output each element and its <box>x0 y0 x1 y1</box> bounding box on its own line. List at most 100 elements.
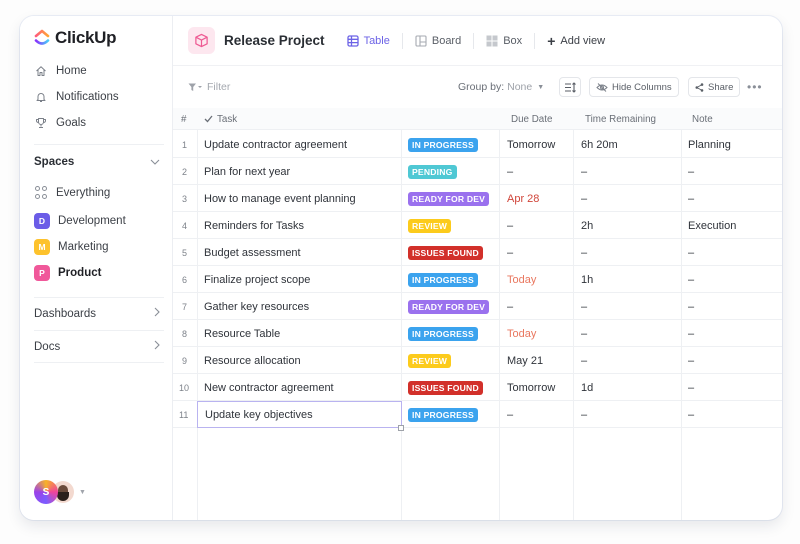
note-cell[interactable]: – <box>688 293 694 320</box>
column-header-task[interactable]: Task <box>204 108 237 130</box>
due-date-cell[interactable]: – <box>507 158 513 185</box>
status-cell[interactable]: IN PROGRESS <box>408 266 478 293</box>
time-remaining-cell[interactable]: – <box>581 293 587 320</box>
due-date-cell[interactable]: Apr 28 <box>507 185 539 212</box>
table-row[interactable]: 1 Update contractor agreement IN PROGRESS T… <box>173 131 782 158</box>
filter-button[interactable]: Filter <box>188 81 230 93</box>
task-name-cell[interactable]: Update contractor agreement <box>204 131 347 158</box>
sidebar-item-product[interactable]: P Product <box>34 265 101 281</box>
due-date-cell[interactable]: Tomorrow <box>507 374 555 401</box>
more-options-icon[interactable]: ••• <box>747 80 763 94</box>
time-remaining-cell[interactable]: 1h <box>581 266 593 293</box>
hide-columns-button[interactable]: Hide Columns <box>589 77 679 97</box>
status-badge[interactable]: REVIEW <box>408 353 452 368</box>
status-badge[interactable]: ISSUES FOUND <box>408 380 483 395</box>
time-remaining-cell[interactable]: 6h 20m <box>581 131 618 158</box>
table-row[interactable]: 7 Gather key resources READY FOR DEV – – – <box>173 293 782 320</box>
status-cell[interactable]: READY FOR DEV <box>408 293 490 320</box>
cell-resize-handle[interactable] <box>398 425 404 431</box>
status-cell[interactable]: IN PROGRESS <box>408 320 478 347</box>
task-name-cell[interactable]: Plan for next year <box>204 158 290 185</box>
user-menu[interactable]: S ▼ <box>34 480 86 504</box>
status-badge[interactable]: READY FOR DEV <box>408 191 490 206</box>
table-row[interactable]: 2 Plan for next year PENDING – – – <box>173 158 782 185</box>
time-remaining-cell[interactable]: 2h <box>581 212 593 239</box>
group-by-dropdown[interactable]: Group by: None ▼ <box>458 81 544 93</box>
status-cell[interactable]: IN PROGRESS <box>408 131 478 158</box>
due-date-cell[interactable]: – <box>507 293 513 320</box>
status-cell[interactable]: PENDING <box>408 158 457 185</box>
due-date-cell[interactable]: Today <box>507 320 536 347</box>
time-remaining-cell[interactable]: – <box>581 401 587 428</box>
sort-button[interactable] <box>559 77 581 97</box>
table-row[interactable]: 11 Update key objectives IN PROGRESS – – – <box>173 401 782 428</box>
task-name-cell[interactable]: Finalize project scope <box>204 266 310 293</box>
status-cell[interactable]: REVIEW <box>408 212 452 239</box>
status-badge[interactable]: IN PROGRESS <box>408 137 478 152</box>
table-row[interactable]: 3 How to manage event planning READY FOR D… <box>173 185 782 212</box>
table-row[interactable]: 4 Reminders for Tasks REVIEW – 2h Execution <box>173 212 782 239</box>
clickup-logo[interactable]: ClickUp <box>34 28 117 48</box>
note-cell[interactable]: – <box>688 185 694 212</box>
table-row[interactable]: 5 Budget assessment ISSUES FOUND – – – <box>173 239 782 266</box>
sidebar-item-marketing[interactable]: M Marketing <box>34 239 109 255</box>
note-cell[interactable]: Planning <box>688 131 731 158</box>
time-remaining-cell[interactable]: 1d <box>581 374 593 401</box>
status-badge[interactable]: READY FOR DEV <box>408 299 490 314</box>
due-date-cell[interactable]: – <box>507 212 513 239</box>
time-remaining-cell[interactable]: – <box>581 158 587 185</box>
sidebar-item-everything[interactable]: Everything <box>34 186 110 199</box>
status-badge[interactable]: PENDING <box>408 164 457 179</box>
task-name-cell[interactable]: Budget assessment <box>204 239 301 266</box>
table-row[interactable]: 8 Resource Table IN PROGRESS Today – – <box>173 320 782 347</box>
sidebar-item-notifications[interactable]: Notifications <box>34 90 119 103</box>
note-cell[interactable]: – <box>688 239 694 266</box>
column-header-note[interactable]: Note <box>692 108 713 130</box>
status-badge[interactable]: IN PROGRESS <box>408 272 478 287</box>
table-row[interactable]: 10 New contractor agreement ISSUES FOUND To… <box>173 374 782 401</box>
due-date-cell[interactable]: – <box>507 239 513 266</box>
note-cell[interactable]: – <box>688 320 694 347</box>
time-remaining-cell[interactable]: – <box>581 185 587 212</box>
column-header-time-remaining[interactable]: Time Remaining <box>585 108 656 130</box>
due-date-cell[interactable]: Today <box>507 266 536 293</box>
task-name-cell[interactable]: Resource Table <box>204 320 280 347</box>
status-cell[interactable]: ISSUES FOUND <box>408 374 483 401</box>
time-remaining-cell[interactable]: – <box>581 347 587 374</box>
spaces-section-toggle[interactable]: Spaces <box>34 156 160 168</box>
task-name-cell[interactable]: Reminders for Tasks <box>204 212 304 239</box>
status-cell[interactable]: REVIEW <box>408 347 452 374</box>
table-row[interactable]: 9 Resource allocation REVIEW May 21 – – <box>173 347 782 374</box>
sidebar-item-development[interactable]: D Development <box>34 213 126 229</box>
note-cell[interactable]: – <box>688 158 694 185</box>
note-cell[interactable]: – <box>688 401 694 428</box>
add-view-button[interactable]: + Add view <box>547 34 617 48</box>
column-header-due-date[interactable]: Due Date <box>511 108 552 130</box>
task-name-cell[interactable]: Gather key resources <box>204 293 309 320</box>
sidebar-item-docs[interactable]: Docs <box>34 340 160 353</box>
note-cell[interactable]: Execution <box>688 212 736 239</box>
note-cell[interactable]: – <box>688 266 694 293</box>
note-cell[interactable]: – <box>688 374 694 401</box>
table-row[interactable]: 6 Finalize project scope IN PROGRESS Today 1… <box>173 266 782 293</box>
task-name-cell[interactable]: How to manage event planning <box>204 185 356 212</box>
share-button[interactable]: Share <box>688 77 741 97</box>
task-name-cell[interactable]: Resource allocation <box>204 347 301 374</box>
status-badge[interactable]: REVIEW <box>408 218 452 233</box>
due-date-cell[interactable]: – <box>507 401 513 428</box>
task-name-cell[interactable]: New contractor agreement <box>204 374 334 401</box>
note-cell[interactable]: – <box>688 347 694 374</box>
tab-board[interactable]: Board <box>415 35 473 47</box>
tab-table[interactable]: Table <box>346 35 402 47</box>
sidebar-item-dashboards[interactable]: Dashboards <box>34 307 160 320</box>
status-cell[interactable]: IN PROGRESS <box>408 401 478 428</box>
status-badge[interactable]: IN PROGRESS <box>408 326 478 341</box>
sidebar-item-home[interactable]: Home <box>34 64 87 77</box>
status-badge[interactable]: ISSUES FOUND <box>408 245 483 260</box>
status-badge[interactable]: IN PROGRESS <box>408 407 478 422</box>
status-cell[interactable]: READY FOR DEV <box>408 185 490 212</box>
sidebar-item-goals[interactable]: Goals <box>34 116 86 129</box>
due-date-cell[interactable]: May 21 <box>507 347 543 374</box>
status-cell[interactable]: ISSUES FOUND <box>408 239 483 266</box>
time-remaining-cell[interactable]: – <box>581 239 587 266</box>
